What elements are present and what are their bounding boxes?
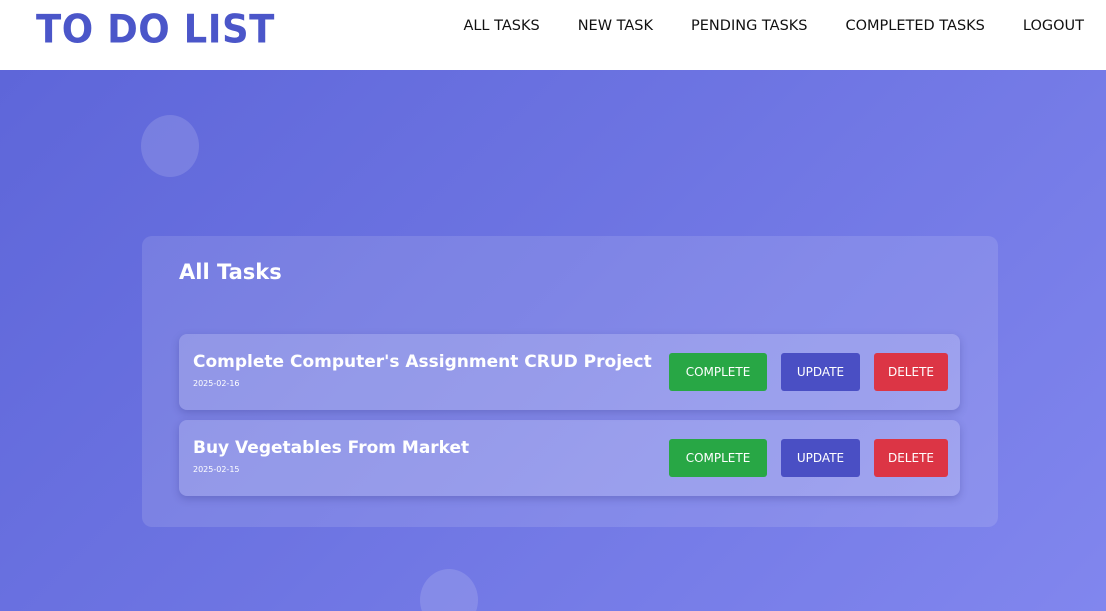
nav-logout[interactable]: LOGOUT: [1023, 18, 1084, 34]
complete-button[interactable]: COMPLETE: [669, 353, 767, 391]
nav-pending-tasks[interactable]: PENDING TASKS: [691, 18, 807, 34]
task-title: Complete Computer's Assignment CRUD Proj…: [193, 352, 652, 372]
hero-section: All Tasks Complete Computer's Assignment…: [0, 70, 1106, 611]
decorative-bubble: [141, 115, 199, 177]
delete-button[interactable]: DELETE: [874, 439, 948, 477]
task-card: Buy Vegetables From Market 2025-02-15 CO…: [179, 420, 960, 496]
complete-button[interactable]: COMPLETE: [669, 439, 767, 477]
task-card: Complete Computer's Assignment CRUD Proj…: [179, 334, 960, 410]
task-date: 2025-02-15: [193, 465, 240, 474]
tasks-panel: All Tasks Complete Computer's Assignment…: [142, 236, 998, 527]
update-button[interactable]: UPDATE: [781, 353, 860, 391]
nav-menu: ALL TASKS NEW TASK PENDING TASKS COMPLET…: [463, 18, 1084, 34]
update-button[interactable]: UPDATE: [781, 439, 860, 477]
delete-button[interactable]: DELETE: [874, 353, 948, 391]
nav-new-task[interactable]: NEW TASK: [578, 18, 653, 34]
task-title: Buy Vegetables From Market: [193, 438, 470, 458]
task-date: 2025-02-16: [193, 379, 240, 388]
decorative-bubble: [420, 569, 478, 611]
app-logo[interactable]: TO DO LIST: [36, 7, 275, 52]
navbar: TO DO LIST ALL TASKS NEW TASK PENDING TA…: [0, 0, 1106, 70]
page-title: All Tasks: [179, 260, 282, 284]
nav-all-tasks[interactable]: ALL TASKS: [463, 18, 539, 34]
nav-completed-tasks[interactable]: COMPLETED TASKS: [845, 18, 984, 34]
